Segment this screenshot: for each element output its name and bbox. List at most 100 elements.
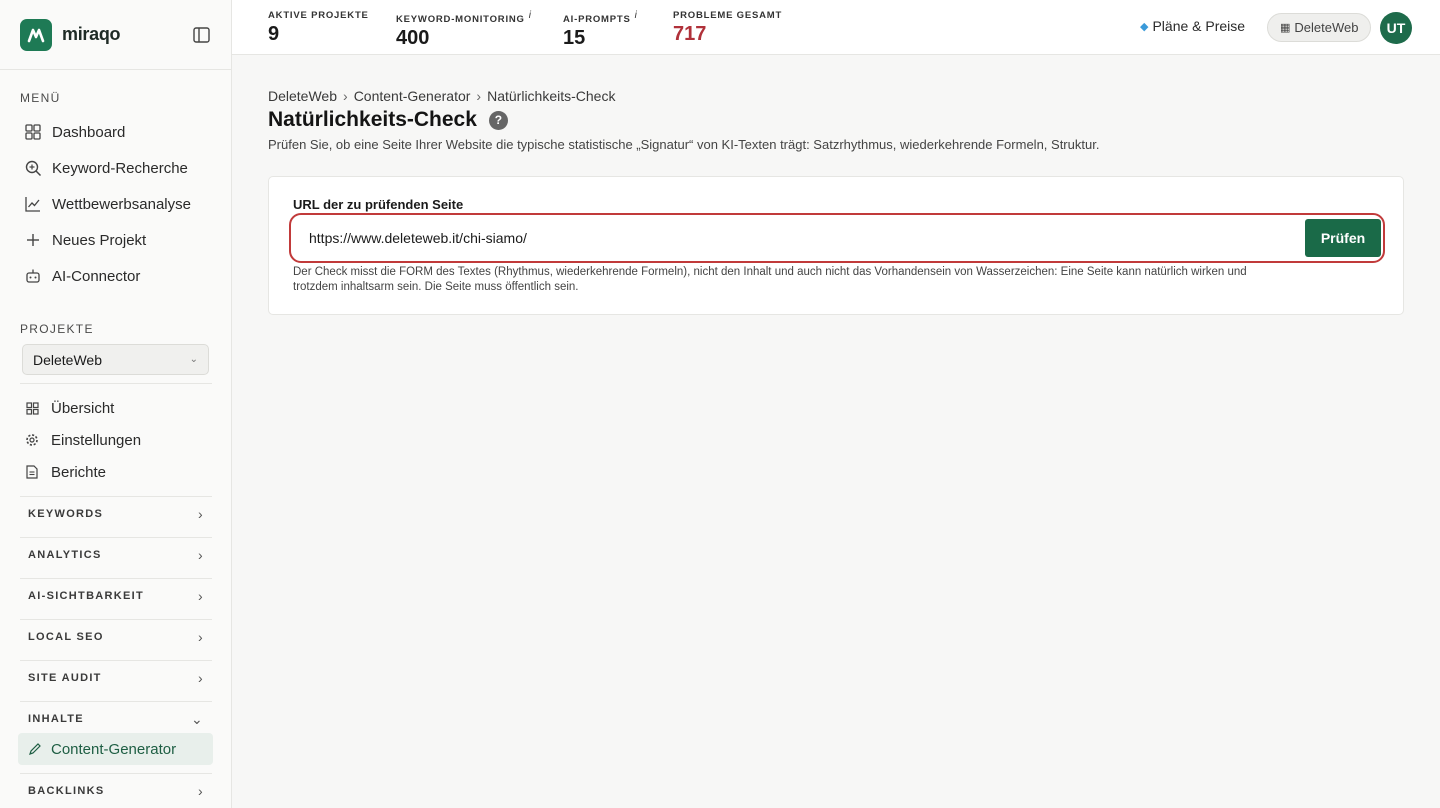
sidebar-item-label: Content-Generator <box>51 740 177 758</box>
breadcrumb-item-current: Natürlichkeits-Check <box>487 88 616 104</box>
top-bar: AKTIVE PROJEKTE 9 KEYWORD-MONITORING i 40… <box>232 0 1440 55</box>
group-label: SITE AUDIT <box>28 672 102 684</box>
chevron-right-icon: › <box>198 670 204 686</box>
stat-active-projects: AKTIVE PROJEKTE 9 <box>268 10 369 46</box>
stat-label: KEYWORD-MONITORING i <box>396 10 532 26</box>
stat-keyword-monitoring: KEYWORD-MONITORING i 400 <box>396 10 532 50</box>
sidebar-item-label: Berichte <box>51 463 107 481</box>
sidebar-item-label: Wettbewerbsanalyse <box>52 195 191 213</box>
search-icon <box>24 159 42 177</box>
menu-section-label: MENÜ <box>20 91 61 105</box>
plans-label: Pläne & Preise <box>1152 18 1246 34</box>
check-form-card: URL der zu prüfenden Seite Prüfen Der Ch… <box>268 176 1404 315</box>
group-label: ANALYTICS <box>28 549 102 561</box>
sidebar-item-keyword-research[interactable]: Keyword-Recherche <box>0 150 232 186</box>
breadcrumb: DeleteWeb › Content-Generator › Natürlic… <box>268 88 615 104</box>
sidebar-item-reports[interactable]: Berichte <box>0 456 232 488</box>
check-button[interactable]: Prüfen <box>1305 219 1381 257</box>
logo-icon[interactable] <box>20 18 52 51</box>
stat-value: 717 <box>673 23 707 45</box>
page-title: Natürlichkeits-Check <box>268 108 477 131</box>
breadcrumb-separator: › <box>343 88 348 104</box>
building-icon: ▦ <box>1280 22 1291 34</box>
sidebar: miraqo MENÜ Dashboard Keyword-Recherche … <box>0 0 232 808</box>
chevron-right-icon: › <box>198 547 204 563</box>
chart-line-icon <box>24 195 42 213</box>
grid-small-icon <box>24 400 40 416</box>
group-backlinks[interactable]: BACKLINKS › <box>20 774 212 808</box>
group-label: AI-SICHTBARKEIT <box>28 590 145 602</box>
sidebar-item-settings[interactable]: Einstellungen <box>0 424 232 456</box>
divider <box>20 383 212 384</box>
group-analytics[interactable]: ANALYTICS › <box>20 538 212 572</box>
stat-value: 400 <box>396 27 430 50</box>
sidebar-item-label: Neues Projekt <box>52 231 147 249</box>
workspace-pill[interactable]: ▦ DeleteWeb <box>1267 13 1372 42</box>
project-select-value: DeleteWeb <box>33 351 103 368</box>
gear-icon <box>24 432 40 448</box>
hint-line: Der Check misst die FORM des Textes (Rhy… <box>293 266 1247 278</box>
sidebar-item-label: Keyword-Recherche <box>52 159 188 177</box>
group-ai-visibility[interactable]: AI-SICHTBARKEIT › <box>20 579 212 613</box>
stat-label: PROBLEME GESAMT <box>673 10 783 21</box>
stat-label: AI-PROMPTS i <box>563 10 638 26</box>
url-input-wrapper: Prüfen <box>289 213 1385 263</box>
stat-ai-prompts: AI-PROMPTS i 15 <box>563 10 638 50</box>
grid-icon <box>24 123 42 141</box>
group-site-audit[interactable]: SITE AUDIT › <box>20 661 212 695</box>
group-label: BACKLINKS <box>28 785 105 797</box>
main-menu: Dashboard Keyword-Recherche Wettbewerbsa… <box>0 114 232 294</box>
info-icon[interactable]: i <box>635 10 638 21</box>
breadcrumb-item[interactable]: DeleteWeb <box>268 88 337 104</box>
project-select[interactable]: DeleteWeb ⌄ <box>22 344 209 375</box>
plans-pricing-link[interactable]: ◆ Pläne & Preise <box>1140 18 1245 34</box>
page-subtitle: Prüfen Sie, ob eine Seite Ihrer Website … <box>268 137 1100 152</box>
info-icon[interactable]: i <box>529 10 532 21</box>
breadcrumb-separator: › <box>476 88 482 104</box>
group-label: INHALTE <box>28 713 84 725</box>
projects-section-label: PROJEKTE <box>20 322 94 336</box>
hint-line: trotzdem inhaltsarm sein. Die Seite muss… <box>293 281 579 293</box>
project-menu: Übersicht Einstellungen Berichte <box>0 392 232 488</box>
brand-header: miraqo <box>0 0 231 70</box>
sidebar-item-new-project[interactable]: Neues Projekt <box>0 222 232 258</box>
chevron-right-icon: › <box>198 783 204 799</box>
sidebar-item-content-generator[interactable]: Content-Generator <box>18 733 213 765</box>
chevron-down-icon: ⌄ <box>189 354 198 365</box>
url-input[interactable] <box>295 219 1295 257</box>
stat-label: AKTIVE PROJEKTE <box>268 10 369 21</box>
stat-total-issues: PROBLEME GESAMT 717 <box>673 10 782 46</box>
sidebar-item-label: Einstellungen <box>51 431 142 449</box>
diamond-icon: ◆ <box>1140 20 1149 33</box>
sidebar-item-ai-connector[interactable]: AI-Connector <box>0 258 232 294</box>
pencil-icon <box>28 742 42 756</box>
group-local-seo[interactable]: LOCAL SEO › <box>20 620 212 654</box>
group-label: LOCAL SEO <box>28 631 104 643</box>
document-icon <box>24 464 40 480</box>
stat-value: 9 <box>268 23 280 45</box>
sidebar-item-label: Übersicht <box>51 399 115 417</box>
url-hint-text: Der Check misst die FORM des Textes (Rhy… <box>293 265 1373 295</box>
sidebar-item-overview[interactable]: Übersicht <box>0 392 232 424</box>
sidebar-toggle-icon[interactable] <box>191 25 211 45</box>
sidebar-item-dashboard[interactable]: Dashboard <box>0 114 232 150</box>
url-field-label: URL der zu prüfenden Seite <box>293 197 464 212</box>
workspace-label: DeleteWeb <box>1294 20 1359 35</box>
group-label: KEYWORDS <box>28 508 104 520</box>
chevron-down-icon: ⌄ <box>190 710 204 727</box>
help-icon[interactable]: ? <box>488 110 508 130</box>
chevron-right-icon: › <box>198 588 204 604</box>
chevron-right-icon: › <box>198 629 204 645</box>
sidebar-item-label: Dashboard <box>52 123 126 141</box>
title-row: Natürlichkeits-Check ? <box>268 108 508 132</box>
avatar[interactable]: UT <box>1380 12 1412 44</box>
plus-icon <box>24 231 42 249</box>
robot-icon <box>24 267 42 285</box>
chevron-right-icon: › <box>198 506 204 522</box>
breadcrumb-item[interactable]: Content-Generator <box>354 88 471 104</box>
stat-value: 15 <box>563 27 586 50</box>
group-content[interactable]: INHALTE ⌄ <box>20 702 212 736</box>
sidebar-item-competitor-analysis[interactable]: Wettbewerbsanalyse <box>0 186 232 222</box>
group-keywords[interactable]: KEYWORDS › <box>20 497 212 531</box>
sidebar-item-label: AI-Connector <box>52 267 141 285</box>
